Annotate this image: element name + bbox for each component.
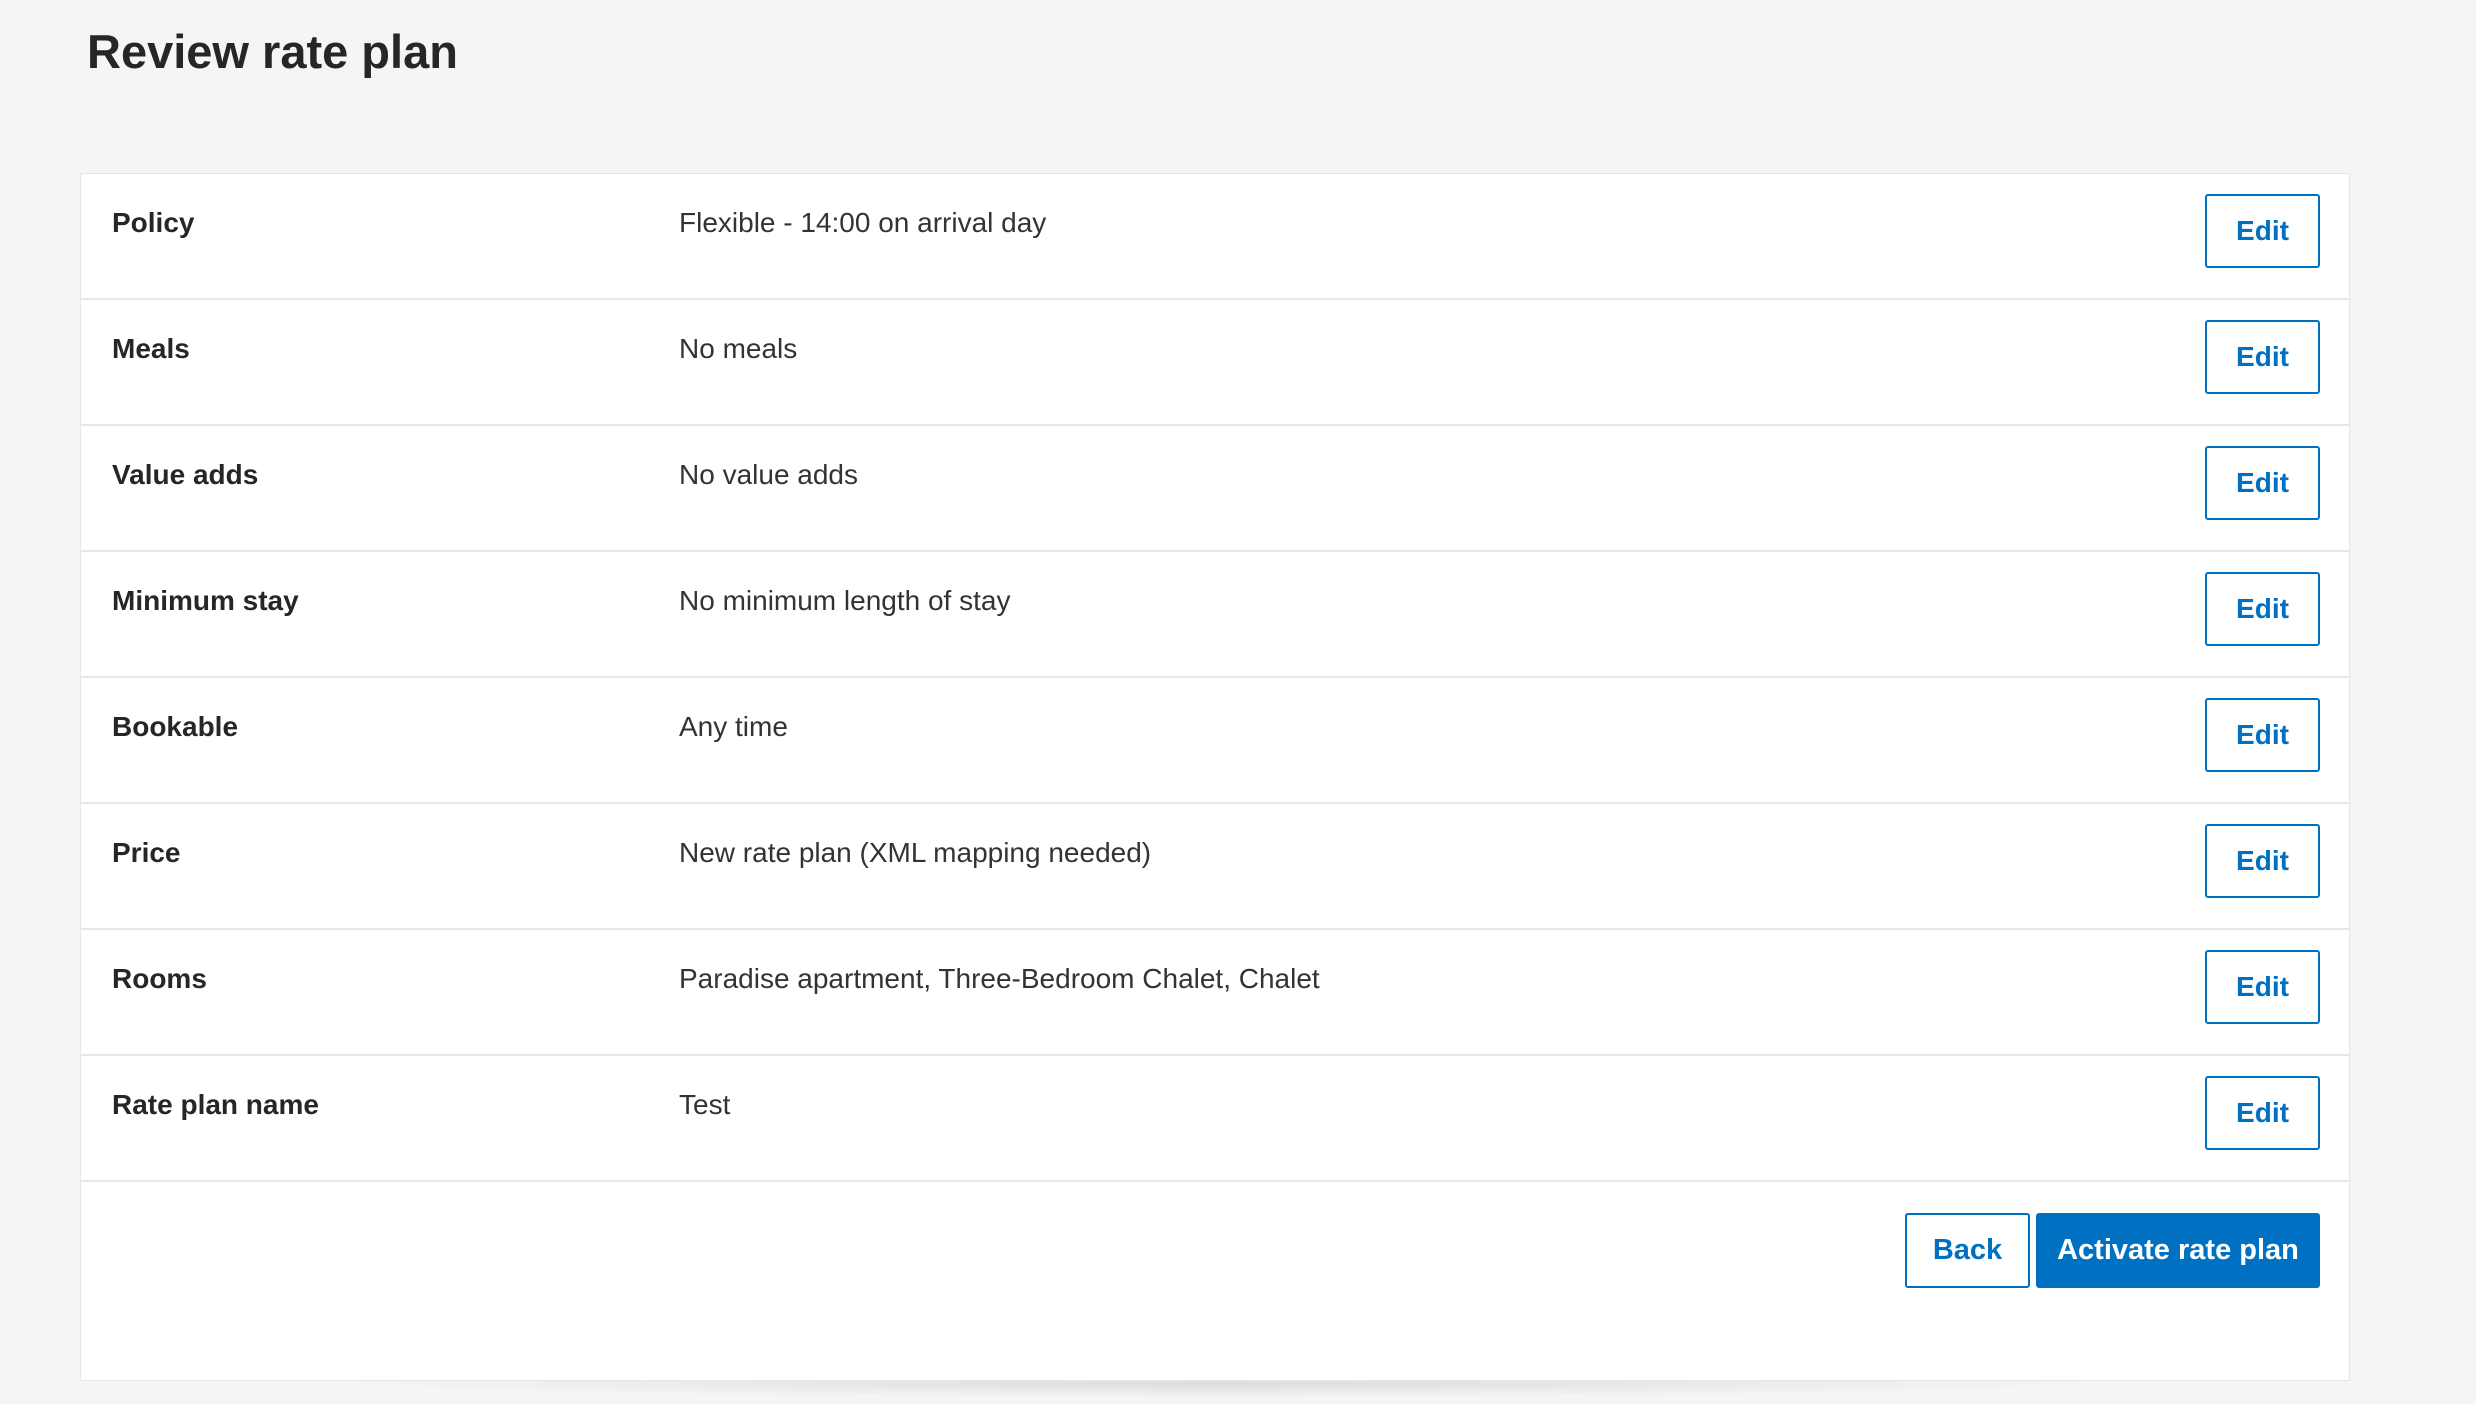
review-card: Policy Flexible - 14:00 on arrival day E… — [80, 173, 2350, 1381]
row-label: Rate plan name — [112, 1089, 319, 1120]
footer-actions: Back Activate rate plan — [81, 1213, 2349, 1289]
edit-bookable-button[interactable]: Edit — [2205, 698, 2320, 772]
review-row-value-adds: Value adds No value adds Edit — [81, 426, 2349, 552]
row-value: No minimum length of stay — [679, 585, 1011, 616]
review-row-minimum-stay: Minimum stay No minimum length of stay E… — [81, 552, 2349, 678]
row-value: Paradise apartment, Three-Bedroom Chalet… — [679, 963, 1320, 994]
review-row-bookable: Bookable Any time Edit — [81, 678, 2349, 804]
activate-rate-plan-button[interactable]: Activate rate plan — [2036, 1213, 2320, 1288]
back-button[interactable]: Back — [1905, 1213, 2030, 1288]
row-label: Bookable — [112, 711, 239, 742]
row-value: New rate plan (XML mapping needed) — [679, 837, 1152, 868]
edit-meals-button[interactable]: Edit — [2205, 320, 2320, 394]
edit-policy-button[interactable]: Edit — [2205, 194, 2320, 268]
review-row-policy: Policy Flexible - 14:00 on arrival day E… — [81, 174, 2349, 300]
row-label: Meals — [112, 333, 190, 364]
edit-minimum-stay-button[interactable]: Edit — [2205, 572, 2320, 646]
review-rows: Policy Flexible - 14:00 on arrival day E… — [81, 174, 2349, 1182]
edit-value-adds-button[interactable]: Edit — [2205, 446, 2320, 520]
edit-rooms-button[interactable]: Edit — [2205, 950, 2320, 1024]
review-row-meals: Meals No meals Edit — [81, 300, 2349, 426]
row-label: Rooms — [112, 963, 207, 994]
row-label: Value adds — [112, 459, 259, 490]
row-value: Any time — [679, 711, 788, 742]
row-label: Policy — [112, 207, 195, 238]
row-label: Minimum stay — [112, 585, 299, 616]
edit-price-button[interactable]: Edit — [2205, 824, 2320, 898]
review-row-price: Price New rate plan (XML mapping needed)… — [81, 804, 2349, 930]
edit-rate-plan-name-button[interactable]: Edit — [2205, 1076, 2320, 1150]
row-value: Flexible - 14:00 on arrival day — [679, 207, 1047, 238]
row-label: Price — [112, 837, 181, 868]
row-value: Test — [679, 1089, 731, 1120]
review-row-rate-plan-name: Rate plan name Test Edit — [81, 1056, 2349, 1182]
review-row-rooms: Rooms Paradise apartment, Three-Bedroom … — [81, 930, 2349, 1056]
row-value: No meals — [679, 333, 798, 364]
row-value: No value adds — [679, 459, 859, 490]
page-title: Review rate plan — [87, 25, 458, 78]
